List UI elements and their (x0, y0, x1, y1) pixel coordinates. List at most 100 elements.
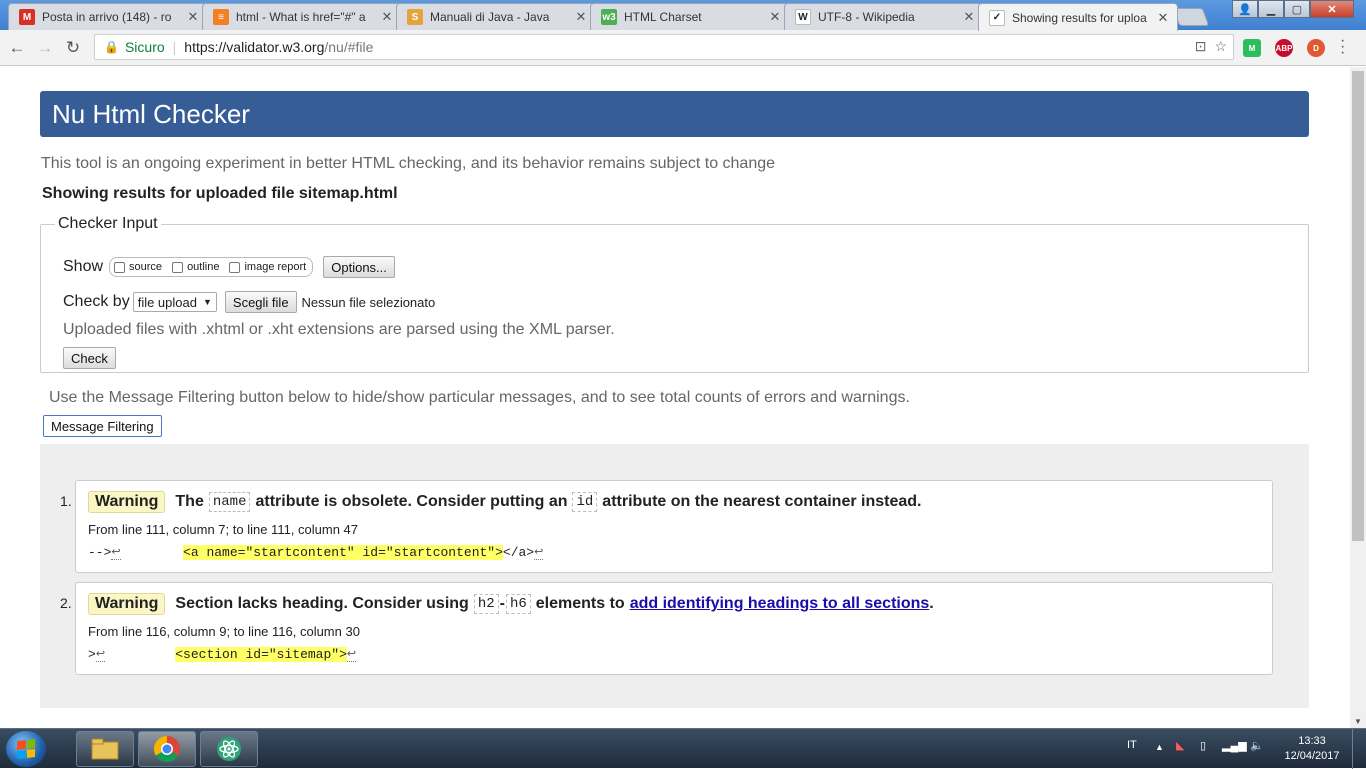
lock-icon: 🔒 (104, 40, 119, 54)
show-image-report-option[interactable]: image report (229, 261, 306, 273)
image-report-checkbox[interactable] (229, 261, 241, 273)
warning-badge: Warning (88, 593, 166, 615)
adblock-plus-icon[interactable]: ABP (1275, 39, 1293, 57)
atom-task[interactable] (200, 731, 258, 767)
tab-title: html - What is href="#" a (236, 10, 366, 24)
scroll-down-icon[interactable]: ▼ (1354, 717, 1362, 726)
tray-device-icon[interactable]: ▯ (1200, 739, 1206, 752)
url-separator: | (172, 39, 177, 55)
clock-date: 12/04/2017 (1284, 750, 1340, 762)
start-button[interactable] (6, 731, 46, 767)
check-button[interactable]: Check (63, 347, 116, 369)
message-number: 1. (60, 493, 72, 509)
show-options-group: source outline image report (109, 257, 314, 277)
chrome-icon (153, 735, 180, 763)
wikipedia-icon: W (795, 9, 811, 25)
address-bar[interactable]: 🔒 Sicuro | https://validator.w3.org/nu/#… (94, 34, 1234, 60)
bookmark-star-icon[interactable]: ☆ (1214, 38, 1227, 55)
no-file-selected-text: Nessun file selezionato (301, 294, 436, 310)
browser-tab-strip: M Posta in arrivo (148) - ro ✕ ≡ html - What… (0, 0, 1366, 31)
xml-parser-hint: Uploaded files with .xhtml or .xht exten… (63, 321, 615, 338)
chrome-task[interactable] (138, 731, 196, 767)
reload-icon[interactable]: ↻ (62, 37, 84, 59)
tab-close-icon[interactable]: ✕ (769, 9, 781, 25)
message-number: 2. (60, 595, 72, 611)
minimize-button[interactable]: ▁ (1258, 0, 1284, 18)
headings-help-link[interactable]: add identifying headings to all sections (630, 595, 930, 613)
checker-input-fieldset: Checker Input Show source outline image … (40, 215, 1309, 373)
warning-badge: Warning (88, 491, 166, 513)
page-viewport: Nu Html Checker This tool is an ongoing … (0, 67, 1350, 728)
language-indicator[interactable]: IT (1127, 739, 1137, 751)
browser-tab[interactable]: ✓ Showing results for uploa ✕ (978, 3, 1178, 31)
gmail-icon: M (19, 9, 35, 25)
return-icon: ↩ (534, 547, 544, 560)
tray-app-icon[interactable]: ◣ (1176, 739, 1184, 752)
volume-icon[interactable]: 🔈 (1250, 739, 1264, 752)
check-by-select[interactable]: file upload ▼ (132, 292, 217, 312)
browser-tab[interactable]: w3 HTML Charset ✕ (590, 3, 790, 30)
results-title: Showing results for uploaded file sitema… (42, 185, 398, 202)
window-controls: 👤 ▁ ▢ ✕ (1232, 0, 1354, 18)
show-outline-option[interactable]: outline (172, 261, 219, 273)
show-label: Show (63, 258, 104, 275)
new-tab-button[interactable] (1172, 8, 1210, 26)
outline-checkbox[interactable] (172, 261, 184, 273)
clock-time: 13:33 (1298, 735, 1326, 747)
omnibox-icons: ⊡ ☆ (1195, 38, 1227, 55)
check-by-label: Check by (63, 293, 130, 310)
code-element: h6 (505, 594, 531, 614)
message-filtering-button[interactable]: Message Filtering (43, 415, 162, 437)
translate-icon[interactable]: ⊡ (1195, 38, 1207, 55)
return-icon: ↩ (111, 547, 121, 560)
source-checkbox[interactable] (114, 261, 126, 273)
options-button[interactable]: Options... (323, 256, 395, 278)
filter-note: Use the Message Filtering button below t… (49, 389, 910, 406)
secure-label: Sicuro (124, 39, 165, 55)
browser-tab[interactable]: W UTF-8 - Wikipedia ✕ (784, 3, 984, 30)
tab-close-icon[interactable]: ✕ (1157, 10, 1169, 26)
page-header: Nu Html Checker (40, 91, 1309, 137)
windows-logo-icon (17, 739, 35, 759)
show-desktop-button[interactable] (1352, 729, 1366, 769)
return-icon: ↩ (95, 649, 106, 662)
show-source-option[interactable]: source (114, 261, 162, 273)
window-close-button[interactable]: ✕ (1310, 0, 1354, 18)
code-extract: --> ↩ <a name="startcontent" id="startcon… (88, 545, 544, 560)
tab-title: Manuali di Java - Java (430, 10, 550, 24)
forward-arrow-icon[interactable]: → (34, 37, 56, 59)
warning-message: Warning Section lacks heading. Consider … (75, 582, 1273, 675)
tab-close-icon[interactable]: ✕ (575, 9, 587, 25)
user-icon[interactable]: 👤 (1232, 0, 1258, 18)
tab-title: HTML Charset (624, 10, 702, 24)
code-attribute: id (572, 492, 598, 512)
browser-menu-icon[interactable]: · · · (1340, 33, 1345, 61)
tab-title: Showing results for uploa (1012, 10, 1147, 25)
range-dash: - (499, 595, 505, 612)
choose-file-button[interactable]: Scegli file (224, 291, 297, 313)
tray-expand-icon[interactable]: ▲ (1155, 742, 1164, 752)
message-location: From line 116, column 9; to line 116, co… (88, 624, 360, 639)
url-path: /nu/#file (324, 39, 374, 55)
tab-close-icon[interactable]: ✕ (187, 9, 199, 25)
browser-tab[interactable]: ≡ html - What is href="#" a ✕ (202, 3, 402, 30)
message-text: elements to (535, 595, 625, 612)
browser-tab[interactable]: M Posta in arrivo (148) - ro ✕ (8, 3, 208, 30)
taskbar-clock[interactable]: 13:33 12/04/2017 (1280, 734, 1344, 764)
results-list: 1. Warning The name attribute is obsolet… (40, 444, 1309, 708)
maximize-button[interactable]: ▢ (1284, 0, 1310, 18)
check-by-row: Check by file upload ▼ Scegli file Nessun… (63, 291, 435, 313)
return-icon: ↩ (346, 649, 357, 662)
file-explorer-task[interactable] (76, 731, 134, 767)
page-scrollbar[interactable]: ▲ ▼ (1350, 67, 1366, 728)
w3c-validator-icon: ✓ (989, 9, 1005, 26)
folder-icon (91, 738, 119, 760)
duckduckgo-icon[interactable]: D (1307, 39, 1325, 57)
network-icon[interactable]: ▂▄▆ (1222, 739, 1247, 752)
tab-close-icon[interactable]: ✕ (381, 9, 393, 25)
back-arrow-icon[interactable]: ← (6, 37, 28, 59)
evernote-extension-icon[interactable]: M (1243, 39, 1261, 57)
tab-close-icon[interactable]: ✕ (963, 9, 975, 25)
browser-tab[interactable]: S Manuali di Java - Java ✕ (396, 3, 596, 30)
scrollbar-thumb[interactable] (1352, 71, 1364, 541)
